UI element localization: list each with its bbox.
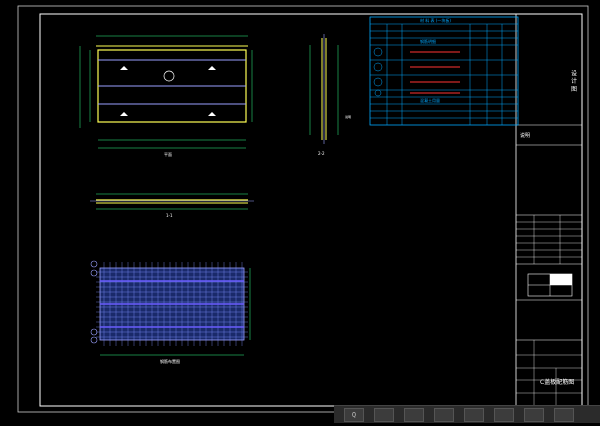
taskbar-button[interactable] [464, 407, 484, 422]
rebar-label: 钢筋布置图 [160, 358, 180, 364]
taskbar-button[interactable] [434, 407, 454, 422]
table-subheader: 钢筋明细 [420, 38, 436, 44]
taskbar-button[interactable] [374, 407, 394, 422]
inner-frame [39, 13, 583, 407]
table-header: 材 料 表 (一块板) [420, 17, 451, 23]
taskbar-button[interactable] [524, 407, 544, 422]
title-block-title: C盖板配筋图 [540, 378, 574, 386]
material-table [369, 16, 519, 126]
taskbar-button[interactable] [494, 407, 514, 422]
section-2-2-label: 2-2 [318, 151, 325, 156]
side-label: 设 计 图 [570, 69, 577, 93]
taskbar-button-q[interactable]: Q [344, 407, 364, 422]
taskbar-button[interactable] [554, 407, 574, 422]
section-1-1 [90, 193, 254, 210]
taskbar-button[interactable] [404, 407, 424, 422]
plan-label: 平面 [164, 152, 172, 157]
cad-viewport[interactable]: 说明 C盖板配筋图 设 计 图 材 料 表 (一块板) 钢筋明细 混凝土用量 说 [0, 0, 600, 422]
taskbar: Q [334, 405, 600, 423]
rebar-layout [90, 260, 251, 356]
title-block-label-a: 说明 [520, 132, 530, 139]
title-block: 说明 C盖板配筋图 设 计 图 [515, 14, 582, 406]
table-red-marks [410, 51, 460, 94]
plan-view [79, 35, 253, 149]
table-note: 说明 [345, 114, 351, 119]
section-2-2 [309, 34, 339, 144]
section-1-1-label: 1-1 [166, 213, 173, 218]
table-footer: 混凝土用量 [420, 97, 440, 103]
drawing-canvas[interactable]: 说明 C盖板配筋图 设 计 图 材 料 表 (一块板) 钢筋明细 混凝土用量 说 [0, 0, 600, 422]
